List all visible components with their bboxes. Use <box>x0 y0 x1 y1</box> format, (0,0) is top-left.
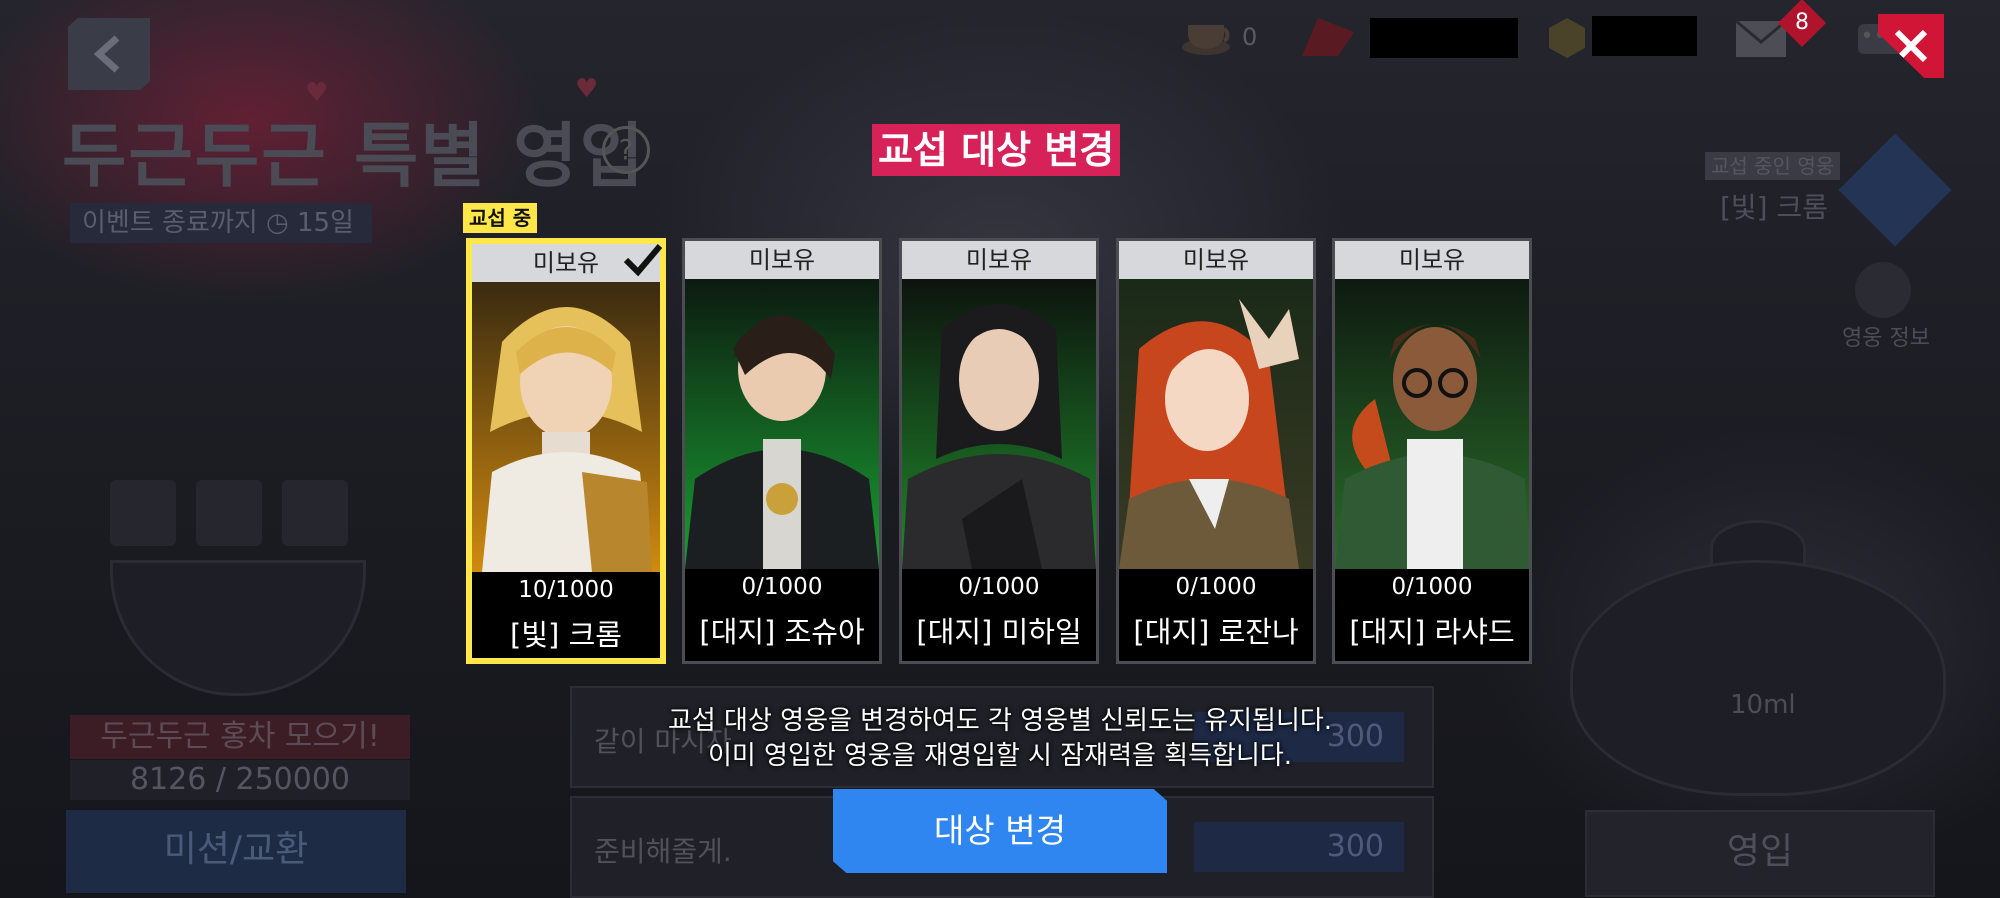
modal-title: 교섭 대상 변경 <box>872 124 1121 176</box>
hero-name: [대지] 미하일 <box>916 615 1082 649</box>
back-button[interactable] <box>68 18 150 90</box>
hero-name: [빛] 크롬 <box>510 618 622 652</box>
ownership-status: 미보유 <box>902 241 1096 279</box>
mail-icon[interactable] <box>1735 19 1787 58</box>
character-thumb <box>282 480 348 546</box>
hero-card-list: 미보유 10/1000 [빛] 크롬 미보유 0/1000 [대지] 조슈아 미… <box>466 238 1536 668</box>
tea-count: 0 <box>1242 23 1258 51</box>
mail-badge-count: 8 <box>1795 10 1809 35</box>
character-thumb <box>196 480 262 546</box>
trust-progress: 0/1000 <box>958 574 1040 600</box>
chevron-left-icon <box>93 35 120 73</box>
hero-portrait <box>1119 279 1313 569</box>
hero-name: [대지] 로잔나 <box>1133 615 1299 649</box>
crystal-icon <box>1298 14 1358 60</box>
hero-portrait <box>472 282 660 572</box>
clock-icon: ◷ <box>265 208 289 238</box>
negotiating-tag: 교섭 중 <box>463 203 538 233</box>
check-icon <box>623 244 662 277</box>
character-thumb <box>110 480 176 546</box>
hero-info-icon[interactable] <box>1855 262 1911 318</box>
current-hero-name: [빛] 크롬 <box>1720 191 1829 224</box>
tea-option-cost[interactable]: 300 <box>1194 822 1404 872</box>
ownership-status: 미보유 <box>685 241 879 279</box>
event-days: 15일 <box>296 208 354 238</box>
info-line-trust: 교섭 대상 영웅을 변경하여도 각 영웅별 신뢰도는 유지됩니다. <box>667 706 1333 736</box>
hero-card-rosanna[interactable]: 미보유 0/1000 [대지] 로잔나 <box>1116 238 1316 664</box>
hero-card-mikhail[interactable]: 미보유 0/1000 [대지] 미하일 <box>899 238 1099 664</box>
redacted-currency <box>1592 16 1697 56</box>
hero-info-label: 영웅 정보 <box>1842 326 1930 351</box>
recruit-button[interactable]: 영입 <box>1585 810 1935 897</box>
trust-progress: 0/1000 <box>741 574 823 600</box>
hero-card-chrome[interactable]: 미보유 10/1000 [빛] 크롬 <box>466 238 666 664</box>
hero-name: [대지] 조슈아 <box>699 615 865 649</box>
info-line-potential: 이미 영입한 영웅을 재영입할 시 잠재력을 획득합니다. <box>707 741 1293 771</box>
change-target-button[interactable]: 대상 변경 <box>833 789 1167 873</box>
trust-progress: 10/1000 <box>518 577 614 603</box>
teacup-icon <box>1182 25 1230 55</box>
redacted-currency <box>1370 18 1518 58</box>
hero-portrait <box>902 279 1096 569</box>
event-timer: 이벤트 종료까지 ◷ 15일 <box>70 203 372 243</box>
help-icon[interactable]: ? <box>602 126 650 174</box>
current-hero-tag: 교섭 중인 영웅 <box>1705 152 1841 180</box>
hero-name: [대지] 라샤드 <box>1349 615 1515 649</box>
hero-portrait <box>1335 279 1529 569</box>
gold-icon <box>1545 16 1589 60</box>
reward-characters <box>110 480 360 550</box>
hero-portrait <box>685 279 879 569</box>
event-remaining-label: 이벤트 종료까지 <box>82 208 258 238</box>
ownership-status: 미보유 <box>1335 241 1529 279</box>
hero-card-rashad[interactable]: 미보유 0/1000 [대지] 라샤드 <box>1332 238 1532 664</box>
ownership-status: 미보유 <box>1119 241 1313 279</box>
tea-currency: 0 <box>1180 14 1257 60</box>
tea-option-text: 준비해줄게. <box>594 835 732 868</box>
trust-progress: 0/1000 <box>1391 574 1473 600</box>
hero-card-joshua[interactable]: 미보유 0/1000 [대지] 조슈아 <box>682 238 882 664</box>
mission-exchange-button[interactable]: 미션/교환 <box>66 810 406 893</box>
event-title: 두근두근 특별 영입 <box>62 115 646 197</box>
trust-progress: 0/1000 <box>1175 574 1257 600</box>
